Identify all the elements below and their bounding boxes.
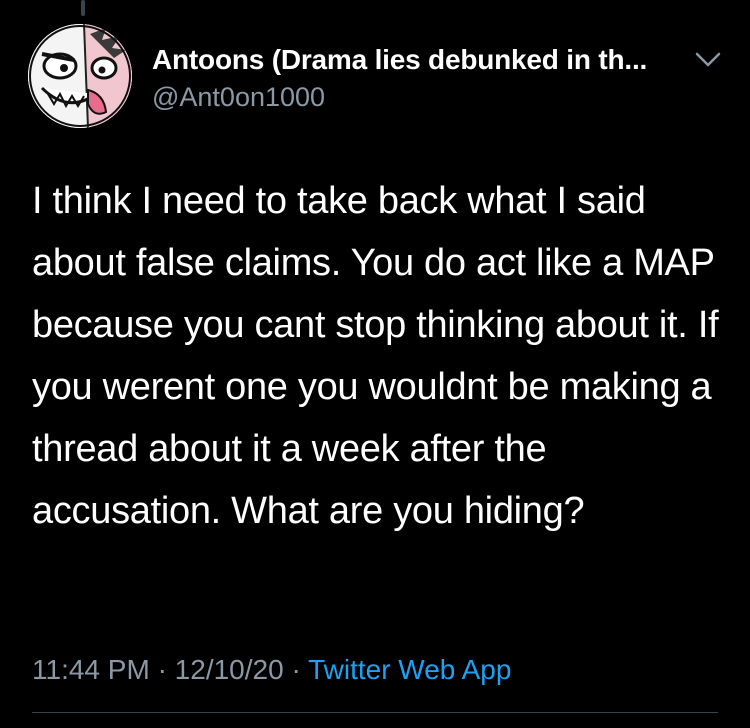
cartoon-face-icon — [28, 24, 132, 128]
tweet-time[interactable]: 11:44 PM — [32, 654, 150, 685]
meta-separator: · — [291, 654, 301, 685]
tweet-metadata: 11:44 PM · 12/10/20 · Twitter Web App — [32, 654, 511, 686]
display-name[interactable]: Antoons (Drama lies debunked in th... — [152, 44, 647, 76]
tweet-text: I think I need to take back what I said … — [32, 180, 719, 532]
user-handle[interactable]: @Ant0on1000 — [152, 82, 325, 113]
tweet-date[interactable]: 12/10/20 — [175, 654, 284, 685]
thread-connector-line — [81, 0, 85, 16]
chevron-down-icon[interactable] — [693, 48, 723, 72]
avatar[interactable] — [28, 24, 132, 128]
divider — [32, 712, 718, 713]
tweet-detail: Antoons (Drama lies debunked in th... @A… — [0, 0, 750, 728]
meta-separator: · — [157, 654, 167, 685]
tweet-source-link[interactable]: Twitter Web App — [308, 654, 511, 685]
